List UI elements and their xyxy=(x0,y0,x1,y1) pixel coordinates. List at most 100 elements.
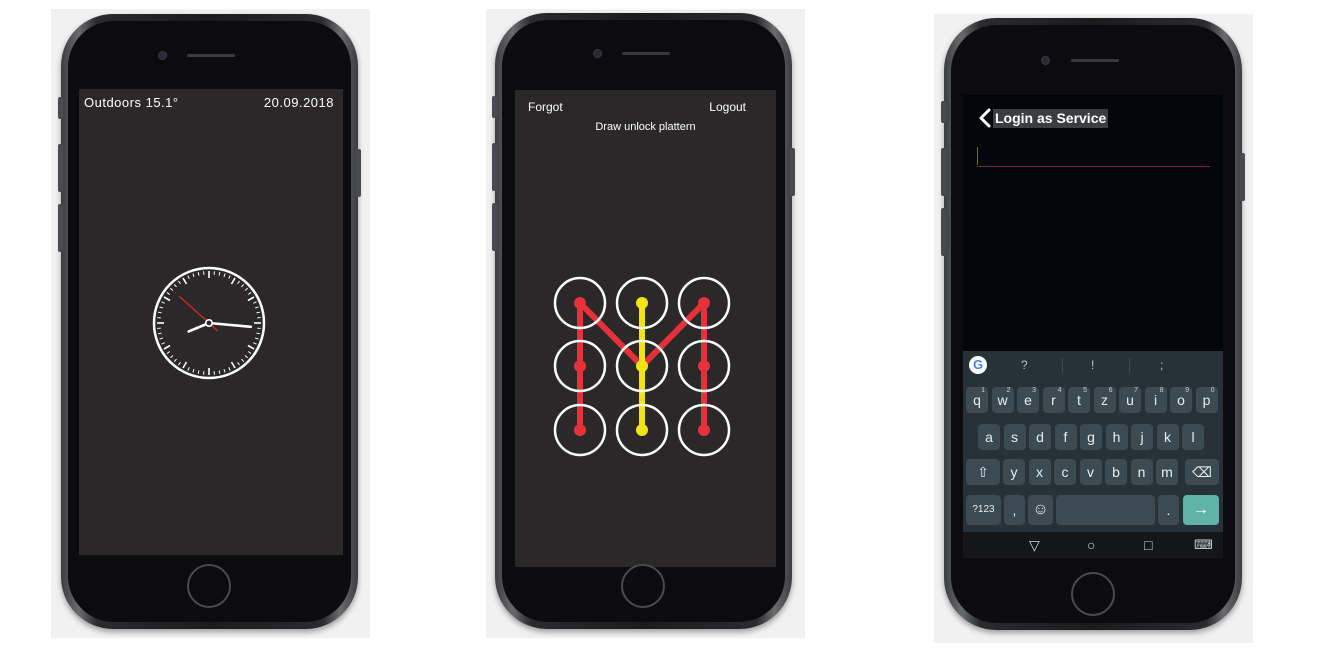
key-hint: 2 xyxy=(1006,387,1011,394)
key-y[interactable]: y xyxy=(1003,459,1025,485)
period-key[interactable]: . xyxy=(1158,495,1179,525)
key-q[interactable]: q1 xyxy=(966,387,988,413)
google-icon[interactable]: G xyxy=(969,356,987,374)
key-i[interactable]: i8 xyxy=(1144,387,1167,413)
key-t[interactable]: t5 xyxy=(1068,387,1090,413)
earpiece-speaker xyxy=(1071,59,1119,62)
clock-minute-hand xyxy=(207,321,253,329)
clock-tick xyxy=(237,280,240,285)
side-button xyxy=(58,204,63,252)
pattern-dot-red xyxy=(574,360,586,372)
key-r[interactable]: r4 xyxy=(1042,387,1065,413)
clock-tick xyxy=(182,277,188,285)
key-e[interactable]: e3 xyxy=(1017,387,1039,413)
clock-tick xyxy=(244,287,248,291)
side-button xyxy=(492,96,497,118)
keyboard-switch-icon[interactable]: ⌨ xyxy=(1194,532,1213,558)
key-c[interactable]: c xyxy=(1054,459,1076,485)
nav-recents-icon[interactable]: □ xyxy=(1144,532,1152,558)
clock-tick xyxy=(159,306,164,309)
suggestion-bar: G ? ! ; xyxy=(963,351,1223,379)
key-a[interactable]: a xyxy=(978,424,1000,450)
clock-tick xyxy=(256,311,260,314)
key-l[interactable]: l xyxy=(1182,424,1204,450)
pattern-dot-red xyxy=(698,360,710,372)
suggestion-item[interactable]: ? xyxy=(1021,358,1028,372)
home-button[interactable] xyxy=(621,564,665,608)
clock-tick xyxy=(158,332,162,335)
suggestion-item[interactable]: ! xyxy=(1091,358,1094,372)
key-hint: 8 xyxy=(1159,387,1164,394)
clock-tick xyxy=(223,273,226,278)
clock-tick xyxy=(254,306,259,309)
key-p[interactable]: p0 xyxy=(1195,387,1218,413)
earpiece-speaker xyxy=(622,52,670,55)
space-bar[interactable] xyxy=(1056,495,1155,525)
key-f[interactable]: f xyxy=(1054,424,1077,450)
clock-tick xyxy=(218,272,221,276)
key-h[interactable]: h xyxy=(1105,424,1128,450)
clock-tick xyxy=(159,337,164,340)
date-label: 20.09.2018 xyxy=(263,95,334,110)
key-o[interactable]: o9 xyxy=(1170,387,1192,413)
home-button[interactable] xyxy=(187,564,231,608)
clock-tick xyxy=(228,275,231,279)
pattern-dot-red xyxy=(574,424,586,436)
key-s[interactable]: s xyxy=(1003,424,1026,450)
clock-tick xyxy=(254,337,259,340)
key-k[interactable]: k xyxy=(1156,424,1179,450)
phone-frame: Login as Service G ? ! ; q1w2e3r4t5z6u7i… xyxy=(941,18,1245,630)
key-m[interactable]: m xyxy=(1156,459,1178,485)
comma-key[interactable]: , xyxy=(1004,495,1025,525)
analog-clock xyxy=(152,266,266,380)
side-button xyxy=(790,148,795,196)
key-u[interactable]: u7 xyxy=(1119,387,1141,413)
side-button xyxy=(58,97,63,119)
clock-tick xyxy=(256,332,260,335)
front-camera xyxy=(158,51,167,60)
service-password-input[interactable] xyxy=(977,145,1210,167)
clock-tick xyxy=(228,367,231,371)
key-j[interactable]: j xyxy=(1131,424,1153,450)
side-button xyxy=(941,101,946,123)
clock-tick xyxy=(187,367,190,371)
pattern-dot-yellow xyxy=(636,424,648,436)
symbols-key[interactable]: ?123 xyxy=(966,495,1001,525)
key-hint: 1 xyxy=(981,387,985,394)
key-b[interactable]: b xyxy=(1105,459,1127,485)
clock-center xyxy=(204,318,213,327)
backspace-key[interactable]: ⌫ xyxy=(1185,459,1219,485)
clock-tick xyxy=(173,358,177,362)
key-w[interactable]: w2 xyxy=(991,387,1014,413)
nav-home-icon[interactable]: ○ xyxy=(1087,532,1095,558)
clock-tick xyxy=(230,277,236,285)
pattern-dot-yellow xyxy=(636,297,648,309)
pattern-dot-yellow xyxy=(636,360,648,372)
clock-tick xyxy=(182,361,188,369)
key-x[interactable]: x xyxy=(1028,459,1051,485)
screen: Login as Service G ? ! ; q1w2e3r4t5z6u7i… xyxy=(963,95,1223,558)
side-button xyxy=(941,148,946,196)
android-nav-bar: ▽ ○ □ ⌨ xyxy=(963,532,1223,558)
clock-tick xyxy=(247,296,255,302)
home-button[interactable] xyxy=(1071,572,1115,616)
key-n[interactable]: n xyxy=(1130,459,1153,485)
on-screen-keyboard: G ? ! ; q1w2e3r4t5z6u7i8o9p0 asdfghjkl ⇧… xyxy=(963,351,1223,558)
front-camera xyxy=(593,49,602,58)
suggestion-item[interactable]: ; xyxy=(1160,358,1163,372)
key-v[interactable]: v xyxy=(1079,459,1102,485)
enter-key[interactable]: → xyxy=(1183,495,1219,525)
key-z[interactable]: z6 xyxy=(1093,387,1116,413)
clock-tick xyxy=(161,301,165,304)
nav-back-icon[interactable]: ▽ xyxy=(1029,532,1040,558)
clock-tick xyxy=(197,370,200,374)
shift-key[interactable]: ⇧ xyxy=(966,459,1000,485)
key-d[interactable]: d xyxy=(1029,424,1051,450)
key-hint: 3 xyxy=(1032,387,1036,394)
clock-tick xyxy=(163,296,171,302)
clock-tick xyxy=(253,301,257,304)
unlock-pattern-grid[interactable] xyxy=(515,90,776,567)
suggestion-divider xyxy=(1062,358,1063,372)
key-g[interactable]: g xyxy=(1080,424,1102,450)
emoji-key[interactable]: ☺ xyxy=(1028,495,1053,525)
